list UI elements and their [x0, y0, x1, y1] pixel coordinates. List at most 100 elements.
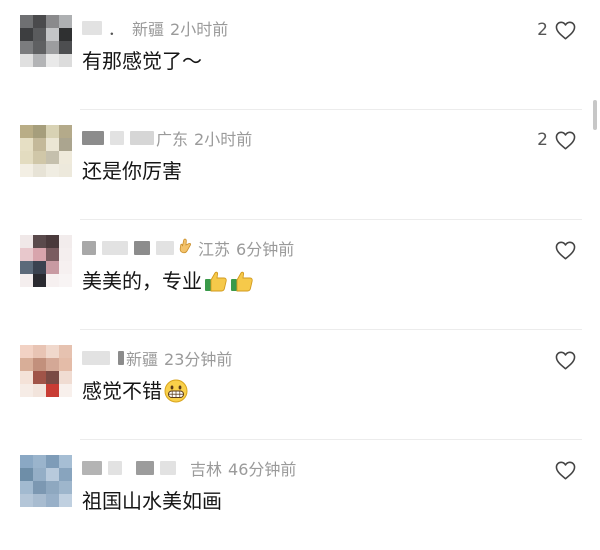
- like-button[interactable]: [548, 348, 576, 372]
- thumbs-up-icon: [230, 270, 254, 292]
- avatar[interactable]: [20, 455, 72, 507]
- comment-item: 广东 2小时前 还是你厉害 2: [0, 110, 600, 220]
- like-button[interactable]: 2: [537, 18, 576, 42]
- username-blur[interactable]: [156, 241, 174, 255]
- timestamp: 46分钟前: [228, 460, 297, 479]
- username-blur[interactable]: [108, 461, 122, 475]
- username-blur[interactable]: [82, 351, 110, 365]
- avatar-mosaic-cell: [33, 28, 46, 41]
- avatar-mosaic-cell: [46, 345, 59, 358]
- avatar-mosaic-cell: [33, 15, 46, 28]
- avatar-mosaic-cell: [46, 261, 59, 274]
- comment-text: 还是你厉害: [82, 157, 182, 185]
- avatar-mosaic-cell: [33, 481, 46, 494]
- avatar-mosaic-cell: [46, 54, 59, 67]
- avatar[interactable]: [20, 235, 72, 287]
- avatar[interactable]: [20, 345, 72, 397]
- like-button[interactable]: 2: [537, 128, 576, 152]
- comment-item: 新疆 23分钟前 感觉不错: [0, 330, 600, 440]
- avatar-mosaic-cell: [20, 151, 33, 164]
- comment-text-content: 祖国山水美如画: [82, 489, 222, 513]
- avatar-mosaic-cell: [59, 28, 72, 41]
- comment-text: 感觉不错: [82, 377, 188, 405]
- comment-text-content: 美美的，专业: [82, 269, 202, 293]
- avatar-mosaic-cell: [33, 164, 46, 177]
- username-blur[interactable]: [102, 241, 128, 255]
- avatar-mosaic-cell: [20, 15, 33, 28]
- avatar-mosaic-cell: [33, 41, 46, 54]
- avatar-mosaic-cell: [59, 15, 72, 28]
- username-blur[interactable]: [82, 241, 96, 255]
- heart-outline-icon[interactable]: [555, 131, 576, 150]
- comment-item: 江苏 6分钟前 美美的，专业: [0, 220, 600, 330]
- avatar-mosaic-cell: [59, 138, 72, 151]
- avatar-mosaic-cell: [33, 371, 46, 384]
- avatar-mosaic-cell: [59, 494, 72, 507]
- username-blur[interactable]: [82, 461, 102, 475]
- avatar-mosaic-cell: [46, 274, 59, 287]
- avatar-mosaic-cell: [46, 235, 59, 248]
- username-blur[interactable]: [160, 461, 176, 475]
- username-blur[interactable]: [118, 351, 124, 365]
- username-blur[interactable]: [136, 461, 154, 475]
- avatar-mosaic-cell: [20, 138, 33, 151]
- timestamp: 2小时前: [194, 130, 253, 149]
- avatar-mosaic-cell: [59, 151, 72, 164]
- comment-item: ． 新疆 2小时前 有那感觉了～ 2: [0, 0, 600, 110]
- avatar-mosaic-cell: [46, 151, 59, 164]
- avatar-mosaic-cell: [33, 274, 46, 287]
- avatar-mosaic-cell: [46, 138, 59, 151]
- grinning-face-icon: [164, 379, 188, 403]
- avatar[interactable]: [20, 125, 72, 177]
- avatar-mosaic-cell: [59, 164, 72, 177]
- username-blur[interactable]: [130, 131, 154, 145]
- like-button[interactable]: [548, 458, 576, 482]
- comment-item: 吉林 46分钟前 祖国山水美如画: [0, 440, 600, 550]
- avatar-mosaic-cell: [20, 345, 33, 358]
- avatar-mosaic-cell: [59, 481, 72, 494]
- comment-text: 祖国山水美如画: [82, 487, 222, 515]
- avatar-mosaic-cell: [46, 358, 59, 371]
- avatar-mosaic-cell: [33, 455, 46, 468]
- avatar-mosaic-cell: [20, 54, 33, 67]
- username-blur[interactable]: [134, 241, 150, 255]
- avatar-mosaic-cell: [59, 248, 72, 261]
- avatar-mosaic-cell: [33, 125, 46, 138]
- heart-outline-icon[interactable]: [555, 461, 576, 480]
- avatar-mosaic-cell: [20, 235, 33, 248]
- timestamp: 23分钟前: [164, 350, 233, 369]
- avatar-mosaic-cell: [59, 371, 72, 384]
- avatar-mosaic-cell: [46, 28, 59, 41]
- like-button[interactable]: [548, 238, 576, 262]
- heart-outline-icon[interactable]: [555, 351, 576, 370]
- avatar-mosaic-cell: [33, 151, 46, 164]
- avatar-mosaic-cell: [59, 384, 72, 397]
- avatar[interactable]: [20, 15, 72, 67]
- ip-region: 广东: [156, 130, 189, 149]
- avatar-mosaic-cell: [59, 235, 72, 248]
- avatar-mosaic-cell: [46, 481, 59, 494]
- avatar-mosaic-cell: [20, 494, 33, 507]
- ip-region: 新疆: [132, 20, 165, 39]
- avatar-mosaic-cell: [59, 455, 72, 468]
- avatar-mosaic-cell: [20, 41, 33, 54]
- thumbs-up-icon: [204, 270, 228, 292]
- username-blur[interactable]: [82, 131, 104, 145]
- heart-outline-icon[interactable]: [555, 241, 576, 260]
- username-blur[interactable]: [82, 21, 102, 35]
- avatar-mosaic-cell: [46, 15, 59, 28]
- avatar-mosaic-cell: [59, 274, 72, 287]
- scrollbar[interactable]: [593, 100, 597, 130]
- avatar-mosaic-cell: [59, 345, 72, 358]
- like-count: 2: [537, 130, 548, 150]
- username-prefix[interactable]: ．: [108, 16, 124, 40]
- avatar-mosaic-cell: [33, 358, 46, 371]
- avatar-mosaic-cell: [33, 468, 46, 481]
- ip-region: 江苏: [198, 240, 231, 259]
- avatar-mosaic-cell: [46, 125, 59, 138]
- avatar-mosaic-cell: [20, 125, 33, 138]
- avatar-mosaic-cell: [33, 494, 46, 507]
- username-blur[interactable]: [110, 131, 124, 145]
- comment-text-content: 有那感觉了～: [82, 49, 202, 73]
- heart-outline-icon[interactable]: [555, 21, 576, 40]
